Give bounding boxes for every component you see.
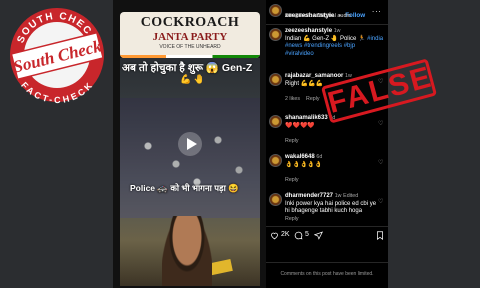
person-face — [162, 216, 212, 286]
bookmark-icon[interactable] — [376, 231, 384, 240]
video-overlay-top: अब तो होचुका है शुरू 😱 Gen-Z — [122, 62, 253, 74]
comment-avatar[interactable] — [269, 73, 282, 86]
caption-avatar[interactable] — [269, 28, 282, 41]
comment-4: dharmender7727 1w Edited Inki power kya … — [285, 193, 380, 216]
reply-button[interactable]: Reply — [306, 96, 320, 102]
divider — [266, 262, 388, 263]
comment-icon[interactable] — [294, 231, 303, 240]
divider — [266, 24, 388, 25]
video-player[interactable]: अब तो होचुका है शुरू 😱 Gen-Z 💪 🤚 Police … — [120, 58, 260, 286]
comment-username[interactable]: wakal6648 — [285, 154, 315, 160]
audio-label[interactable]: nitingillsolo • Original audio — [285, 13, 351, 19]
reply-button[interactable]: Reply — [285, 138, 299, 144]
more-options-icon[interactable]: ... — [372, 5, 382, 14]
heart-icon[interactable]: ♡ — [378, 120, 383, 127]
comment-avatar[interactable] — [269, 154, 282, 167]
divider — [266, 226, 388, 227]
video-overlay-emojis: 💪 🤚 — [180, 74, 205, 84]
reply-button[interactable]: Reply — [285, 216, 299, 222]
caption: zeezeeshanstyle 1w Indian 💪 Gen-Z 🤚 Poli… — [285, 28, 385, 58]
comment-text: ❤️❤️❤️❤️ — [285, 122, 315, 129]
comments-limited-notice: Comments on this post have been limited. — [280, 271, 374, 277]
comment-avatar[interactable] — [269, 193, 282, 206]
like-icon[interactable] — [270, 231, 279, 240]
comment-text: 👌👌👌👌👌 — [285, 161, 323, 168]
south-check-badge: SOUTH CHECK FACT-CHECK South Check — [10, 8, 104, 105]
comment-time: 6d — [316, 154, 323, 160]
comment-text: Inki power kya hai police ed cbi ye hi b… — [285, 200, 377, 215]
comment-username[interactable]: shanamalik633 — [285, 115, 328, 121]
heart-icon[interactable]: ♡ — [378, 198, 383, 205]
avatar[interactable] — [269, 4, 282, 17]
caption-text: Indian 💪 Gen-Z 🤚 Police 🏃 — [285, 35, 368, 42]
video-overlay-bottom: Police 🚓 को भी भागना पड़ा 😆 — [130, 183, 239, 193]
edited-label: Edited — [343, 193, 359, 199]
post-panel: zeezeeshanstyle • Follow nitingillsolo •… — [266, 0, 388, 288]
banner-subtitle: JANTA PARTY — [152, 31, 228, 43]
comment-avatar[interactable] — [269, 115, 282, 128]
likes-count: 2K — [281, 231, 290, 238]
comment-username[interactable]: rajabazar_samanoor — [285, 73, 343, 79]
comments-count: 5 — [305, 231, 309, 238]
comment-3: wakal6648 6d 👌👌👌👌👌 — [285, 154, 380, 169]
play-icon[interactable] — [177, 131, 203, 157]
comment-username[interactable]: dharmender7727 — [285, 193, 333, 199]
caption-username[interactable]: zeezeeshanstyle — [285, 28, 332, 34]
crowd-scene — [120, 98, 260, 218]
reply-button[interactable]: Reply — [285, 177, 299, 183]
action-bar: 2K 5 — [270, 229, 385, 243]
comment-time: 1w — [334, 193, 342, 199]
banner-tagline: VOICE OF THE UNHEARD — [159, 44, 221, 50]
party-banner: COCKROACH JANTA PARTY VOICE OF THE UNHEA… — [120, 12, 260, 58]
caption-time: 1w — [333, 28, 341, 34]
heart-icon[interactable]: ♡ — [378, 159, 383, 166]
comment-text: Right 💪💪💪 — [285, 80, 324, 87]
share-icon[interactable] — [314, 231, 323, 240]
comment-likes[interactable]: 2 likes — [285, 96, 300, 102]
banner-title: COCKROACH — [140, 15, 240, 30]
